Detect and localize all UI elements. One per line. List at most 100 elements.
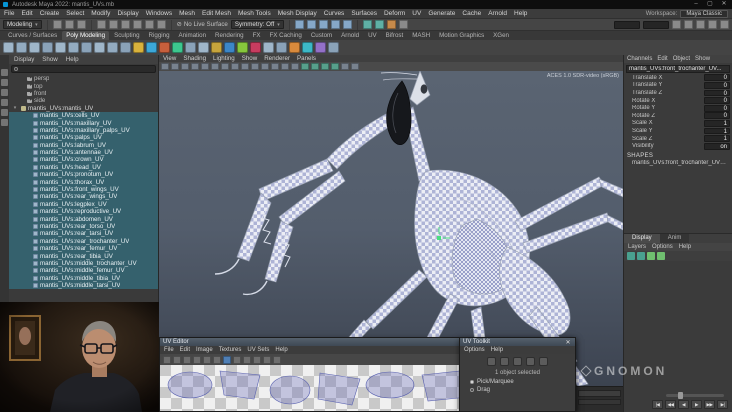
- polygon-pipe-icon[interactable]: [120, 42, 131, 53]
- viewport-menu-item[interactable]: View: [163, 55, 176, 62]
- channel-value-field[interactable]: 0: [704, 81, 730, 89]
- menu-item[interactable]: Generate: [428, 10, 455, 17]
- layer-editor-menu-item[interactable]: Help: [679, 244, 691, 250]
- boolean-difference-icon[interactable]: [211, 42, 222, 53]
- outliner-menu-item[interactable]: Help: [66, 56, 79, 63]
- shelf-tab[interactable]: Poly Modeling: [62, 31, 110, 40]
- textured-icon[interactable]: [351, 63, 359, 70]
- shelf-tab[interactable]: XGen: [489, 31, 513, 40]
- outliner-item[interactable]: mantis_UVs:cells_UV: [9, 111, 158, 120]
- menu-item[interactable]: Arnold: [488, 10, 507, 17]
- outliner-item[interactable]: mantis_UVs:maxillary_UV: [9, 119, 158, 127]
- menu-item[interactable]: Curves: [324, 10, 345, 17]
- separate-icon[interactable]: [250, 42, 261, 53]
- channel-value-field[interactable]: 1: [704, 135, 730, 142]
- polygon-plane-icon[interactable]: [68, 42, 79, 53]
- shelf-tab[interactable]: Motion Graphics: [435, 31, 488, 40]
- select-surface-icon[interactable]: [156, 20, 166, 29]
- snap-to-projected-center-icon[interactable]: [330, 20, 340, 29]
- select-camera-icon[interactable]: [161, 63, 169, 70]
- menu-set-selector[interactable]: Modeling ▾: [3, 20, 42, 29]
- select-by-hierarchy-icon[interactable]: [96, 20, 106, 29]
- film-gate-icon[interactable]: [241, 63, 249, 70]
- two-d-pan-zoom-icon[interactable]: [211, 63, 219, 70]
- viewport-menu-item[interactable]: Panels: [297, 55, 316, 62]
- uv-lattice-tool-icon[interactable]: [526, 357, 535, 366]
- menu-item[interactable]: Mesh Display: [278, 10, 317, 17]
- tool-settings-icon[interactable]: [720, 20, 729, 29]
- channel-box-menu-item[interactable]: Channels: [627, 56, 652, 62]
- snap-to-view-plane-icon[interactable]: [342, 20, 352, 29]
- menu-item[interactable]: Cache: [462, 10, 481, 17]
- polygon-pyramid-icon[interactable]: [107, 42, 118, 53]
- polygon-disc-icon[interactable]: [81, 42, 92, 53]
- menu-item[interactable]: Mesh: [179, 10, 195, 17]
- save-scene-icon[interactable]: [76, 20, 86, 29]
- layer-editor-tab[interactable]: Anim: [659, 234, 690, 243]
- slider-handle-icon[interactable]: [678, 392, 683, 399]
- outliner-item[interactable]: mantis_UVs:head_UV: [9, 163, 158, 172]
- shelf-tab[interactable]: Custom: [307, 31, 336, 40]
- channel-value-field[interactable]: 0: [704, 112, 730, 119]
- menu-item[interactable]: Help: [514, 10, 527, 17]
- object-details-icon[interactable]: [684, 20, 693, 29]
- uv-baking-icon[interactable]: [243, 355, 251, 364]
- texture-borders-icon[interactable]: [233, 355, 241, 364]
- menu-item[interactable]: UV: [412, 10, 421, 17]
- polygon-torus-icon[interactable]: [55, 42, 66, 53]
- resolution-gate-icon[interactable]: [251, 63, 259, 70]
- outliner-item[interactable]: mantis_UVs:front_wings_UV: [9, 185, 158, 194]
- play-forwards-icon[interactable]: ▶: [691, 400, 702, 409]
- lasso-tool-icon[interactable]: [1, 79, 8, 86]
- uv-toolkit-menu-item[interactable]: Help: [491, 347, 503, 353]
- menu-item[interactable]: Mesh Tools: [238, 10, 271, 17]
- outliner-item[interactable]: mantis_UVs:pronotum_UV: [9, 171, 158, 179]
- polygon-cylinder-icon[interactable]: [29, 42, 40, 53]
- outliner-item[interactable]: mantis_UVs:middle_femur_UV: [9, 267, 158, 275]
- uv-selection-mode[interactable]: Pick/Marquee: [460, 378, 575, 386]
- create-empty-layer-icon[interactable]: [647, 252, 655, 260]
- uv-editor-menu-item[interactable]: Edit: [180, 347, 190, 353]
- ipr-render-icon[interactable]: [386, 20, 396, 29]
- menu-item[interactable]: Create: [40, 10, 60, 17]
- step-back-icon[interactable]: ◀◀: [665, 400, 676, 409]
- move-tool-icon[interactable]: [1, 99, 8, 106]
- viewport-menu-item[interactable]: Show: [242, 55, 257, 62]
- menu-item[interactable]: Deform: [384, 10, 405, 17]
- select-tool-icon[interactable]: [1, 69, 8, 76]
- play-backwards-icon[interactable]: ◀: [678, 400, 689, 409]
- menu-item[interactable]: Display: [117, 10, 138, 17]
- shade-uvs-icon[interactable]: [223, 355, 231, 364]
- time-slider-track[interactable]: [578, 390, 621, 397]
- channel-value-field[interactable]: 1: [704, 127, 730, 134]
- outliner-item[interactable]: mantis_UVs:rear_femur_UV: [9, 244, 158, 253]
- render-settings-icon[interactable]: [398, 20, 408, 29]
- expand-arrow-icon[interactable]: ▾: [11, 105, 19, 111]
- select-mesh-icon[interactable]: [132, 20, 142, 29]
- channel-value-field[interactable]: 0: [704, 74, 730, 81]
- xray-icon[interactable]: [331, 63, 339, 70]
- menu-item[interactable]: File: [4, 10, 14, 17]
- uv-editor-menu-item[interactable]: Image: [196, 347, 213, 353]
- step-forward-icon[interactable]: ▶▶: [704, 400, 715, 409]
- layer-editor-tab[interactable]: Display: [624, 234, 660, 243]
- move-layer-up-icon[interactable]: [627, 252, 635, 260]
- lock-camera-icon[interactable]: [171, 63, 179, 70]
- outliner-item-camera[interactable]: top: [9, 82, 158, 90]
- uv-toolkit-titlebar[interactable]: UV Toolkit ✕: [460, 338, 575, 346]
- polygon-sphere-icon[interactable]: [3, 42, 14, 53]
- safe-title-icon[interactable]: [291, 63, 299, 70]
- time-slider[interactable]: [576, 386, 623, 412]
- outliner-item[interactable]: mantis_UVs:abdomen_UV: [9, 215, 158, 223]
- go-to-start-icon[interactable]: |◀: [652, 400, 663, 409]
- channel-box-menu-item[interactable]: Edit: [657, 56, 667, 62]
- uv-snapshot-icon[interactable]: [263, 355, 271, 364]
- view-grid-icon[interactable]: [203, 355, 211, 364]
- outliner-item[interactable]: mantis_UVs:middle_trochanter_UV: [9, 259, 158, 268]
- viewport-menu-item[interactable]: Shading: [183, 55, 206, 62]
- shelf-tab[interactable]: Animation: [175, 31, 211, 40]
- outliner-item[interactable]: mantis_UVs:antennae_UV: [9, 148, 158, 157]
- uv-symmetry-icon[interactable]: [539, 357, 548, 366]
- quick-selection-field[interactable]: [614, 20, 640, 29]
- boolean-intersection-icon[interactable]: [224, 42, 235, 53]
